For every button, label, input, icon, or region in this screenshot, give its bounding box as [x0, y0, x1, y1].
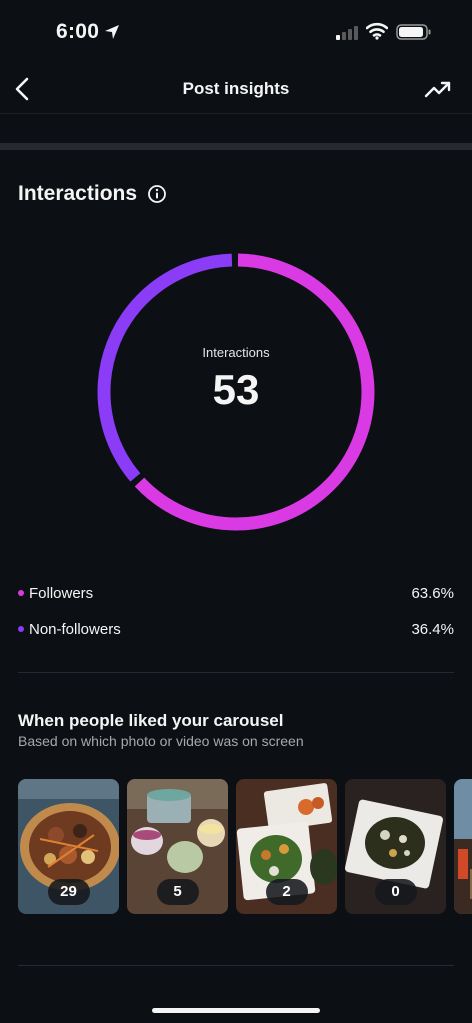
divider — [18, 965, 454, 966]
legend-value: 36.4% — [411, 620, 454, 638]
home-indicator[interactable] — [152, 1008, 320, 1013]
legend-dot-non-followers — [18, 626, 24, 632]
thumbnail-like-count: 2 — [265, 879, 308, 905]
legend-value: 63.6% — [411, 584, 454, 602]
info-icon[interactable] — [147, 184, 167, 204]
section-separator — [0, 143, 472, 150]
donut-center-total: 53 — [212, 366, 260, 413]
thumbnail-like-count: 5 — [156, 879, 199, 905]
donut-center-label: Interactions — [202, 345, 270, 360]
legend-dot-followers — [18, 590, 24, 596]
location-arrow-icon — [105, 25, 119, 39]
carousel-thumbnail[interactable]: 0 — [345, 779, 446, 914]
legend-label: Followers — [29, 584, 94, 602]
nav-bar: Post insights — [0, 64, 472, 114]
carousel-thumbnails[interactable]: 29 5 2 0 — [18, 779, 472, 915]
trending-up-icon[interactable] — [424, 78, 452, 100]
carousel-thumbnail[interactable]: 29 — [18, 779, 119, 914]
legend-row-non-followers: Non-followers 36.4% — [18, 618, 454, 640]
cellular-signal-icon — [336, 26, 358, 40]
carousel-thumbnail[interactable]: 5 — [127, 779, 228, 914]
carousel-likes-subtitle: Based on which photo or video was on scr… — [18, 733, 304, 749]
carousel-likes-title: When people liked your carousel — [18, 711, 284, 730]
outdoor-photo — [454, 779, 472, 914]
carousel-thumbnail[interactable] — [454, 779, 472, 914]
thumbnail-like-count: 29 — [47, 879, 90, 905]
thumbnail-like-count: 0 — [374, 879, 417, 905]
wifi-icon — [366, 22, 388, 40]
carousel-thumbnail[interactable]: 2 — [236, 779, 337, 914]
section-title: Interactions — [18, 182, 138, 205]
status-time: 6:00 — [56, 20, 100, 43]
status-bar: 6:00 — [0, 0, 472, 64]
divider — [18, 672, 454, 673]
legend-label: Non-followers — [29, 620, 121, 638]
battery-icon — [396, 24, 431, 40]
interactions-header: Interactions — [18, 182, 167, 206]
legend-row-followers: Followers 63.6% — [18, 582, 454, 604]
page-title: Post insights — [182, 79, 290, 98]
